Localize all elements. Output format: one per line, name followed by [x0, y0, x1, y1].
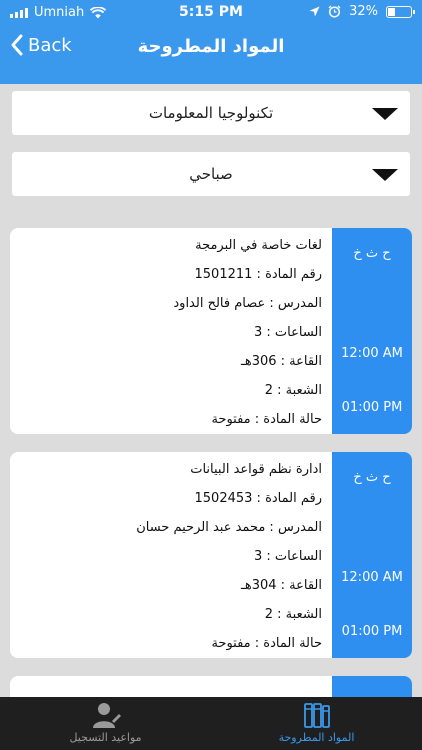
course-details: لغات خاصة في البرمجة رقم المادة : 150121…: [22, 236, 322, 434]
battery-percent: 32%: [349, 4, 378, 19]
battery-icon: [386, 5, 415, 18]
course-room: القاعة : 304هـ: [241, 578, 322, 593]
department-select[interactable]: تكنولوجيا المعلومات: [12, 91, 410, 135]
course-end-time: 01:00 PM: [341, 400, 403, 415]
course-details: ادارة نظم قواعد البيانات رقم المادة : 15…: [22, 460, 322, 658]
chevron-left-icon: [11, 34, 23, 56]
course-status: حالة المادة : مفتوحة: [211, 636, 322, 651]
course-section: الشعبة : 2: [264, 383, 322, 398]
tab-offered-courses[interactable]: المواد المطروحة: [211, 697, 422, 750]
course-days: ح ث خ: [353, 470, 391, 485]
course-card[interactable]: لغات خاصة في البرمجة رقم المادة : 150121…: [10, 228, 412, 434]
course-number: رقم المادة : 1501211: [194, 267, 322, 282]
course-name: ادارة نظم قواعد البيانات: [190, 462, 322, 477]
course-room: القاعة : 306هـ: [241, 354, 322, 369]
department-value: تكنولوجيا المعلومات: [148, 104, 274, 122]
course-hours: الساعات : 3: [253, 325, 322, 340]
course-instructor: المدرس : عصام فالح الداود: [173, 296, 322, 311]
tab-bar: مواعيد التسجيل المواد المطروحة: [0, 697, 422, 750]
books-icon: [303, 703, 330, 728]
back-button[interactable]: Back: [10, 34, 72, 56]
back-label: Back: [28, 34, 72, 56]
course-card[interactable]: ادارة نظم قواعد البيانات رقم المادة : 15…: [10, 452, 412, 658]
location-arrow-icon: [309, 6, 320, 17]
course-hours: الساعات : 3: [253, 549, 322, 564]
alarm-icon: [328, 5, 341, 18]
user-icon: [92, 703, 121, 728]
course-days: ح ث خ: [353, 246, 391, 261]
shift-select[interactable]: صباحي: [12, 152, 410, 196]
course-number: رقم المادة : 1502453: [194, 491, 322, 506]
tab-label: مواعيد التسجيل: [69, 731, 142, 744]
tab-registration-dates[interactable]: مواعيد التسجيل: [0, 697, 211, 750]
course-name: لغات خاصة في البرمجة: [195, 238, 322, 253]
status-bar: Umniah 5:15 PM 32%: [0, 0, 422, 24]
course-start-time: 12:00 AM: [341, 346, 403, 361]
course-status: حالة المادة : مفتوحة: [211, 412, 322, 427]
dropdown-arrow-icon: [372, 169, 398, 181]
shift-value: صباحي: [189, 165, 233, 183]
navigation-bar: Umniah 5:15 PM 32% Back المواد المطروحة: [0, 0, 422, 84]
course-instructor: المدرس : محمد عبد الرحيم حسان: [136, 520, 322, 535]
schedule-panel: ح ث خ 12:00 AM 01:00 PM: [332, 452, 412, 658]
course-section: الشعبة : 2: [264, 607, 322, 622]
dropdown-arrow-icon: [372, 108, 398, 120]
course-start-time: 12:00 AM: [341, 570, 403, 585]
tab-label: المواد المطروحة: [278, 731, 355, 744]
course-end-time: 01:00 PM: [341, 624, 403, 639]
schedule-panel: ح ث خ 12:00 AM 01:00 PM: [332, 228, 412, 434]
